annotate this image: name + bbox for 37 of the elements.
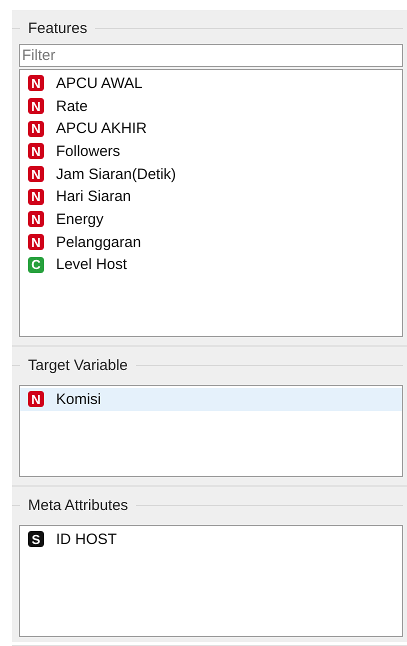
section-title: Meta Attributes	[28, 496, 128, 514]
type-badge: N	[28, 211, 44, 228]
type-badge: C	[28, 256, 44, 273]
filter-field[interactable]: Filter	[19, 44, 403, 67]
variable-row[interactable]: N Pelanggaran	[20, 230, 402, 254]
variable-row[interactable]: N Hari Siaran	[20, 185, 402, 208]
variable-row[interactable]: C Level Host	[20, 254, 402, 276]
section-title: Features	[28, 20, 88, 36]
variable-label: Jam Siaran(Detik)	[56, 166, 176, 183]
variable-label: APCU AKHIR	[56, 120, 147, 138]
type-badge: N	[28, 234, 44, 250]
variable-label: Energy	[56, 210, 104, 228]
type-badge: N	[28, 120, 44, 137]
variable-row[interactable]: N Followers	[20, 140, 402, 163]
variable-row[interactable]: N APCU AKHIR	[20, 117, 402, 140]
variable-row[interactable]: N Rate	[20, 94, 402, 118]
variable-row[interactable]: N Jam Siaran(Detik)	[20, 162, 402, 186]
type-badge: N	[28, 98, 44, 114]
variable-label: Followers	[56, 142, 120, 160]
variable-label: ID HOST	[56, 530, 117, 548]
variable-label: Pelanggaran	[56, 234, 142, 251]
variable-row[interactable]: S ID HOST	[20, 528, 402, 551]
variable-label: Hari Siaran	[56, 188, 132, 206]
type-badge: N	[28, 75, 44, 92]
variable-row[interactable]: N APCU AWAL	[20, 72, 402, 95]
type-badge: N	[28, 391, 44, 408]
type-badge: N	[28, 166, 44, 182]
variable-label: Rate	[56, 98, 88, 115]
section-title: Target Variable	[28, 356, 128, 374]
variable-label: Level Host	[56, 256, 127, 274]
variable-row[interactable]: N Energy	[20, 208, 402, 231]
variable-label: Komisi	[56, 390, 102, 408]
type-badge: N	[28, 143, 44, 160]
type-badge: S	[28, 531, 44, 548]
variable-label: APCU AWAL	[56, 74, 142, 92]
type-badge: N	[28, 188, 44, 205]
variable-row[interactable]: N Komisi	[20, 388, 402, 411]
